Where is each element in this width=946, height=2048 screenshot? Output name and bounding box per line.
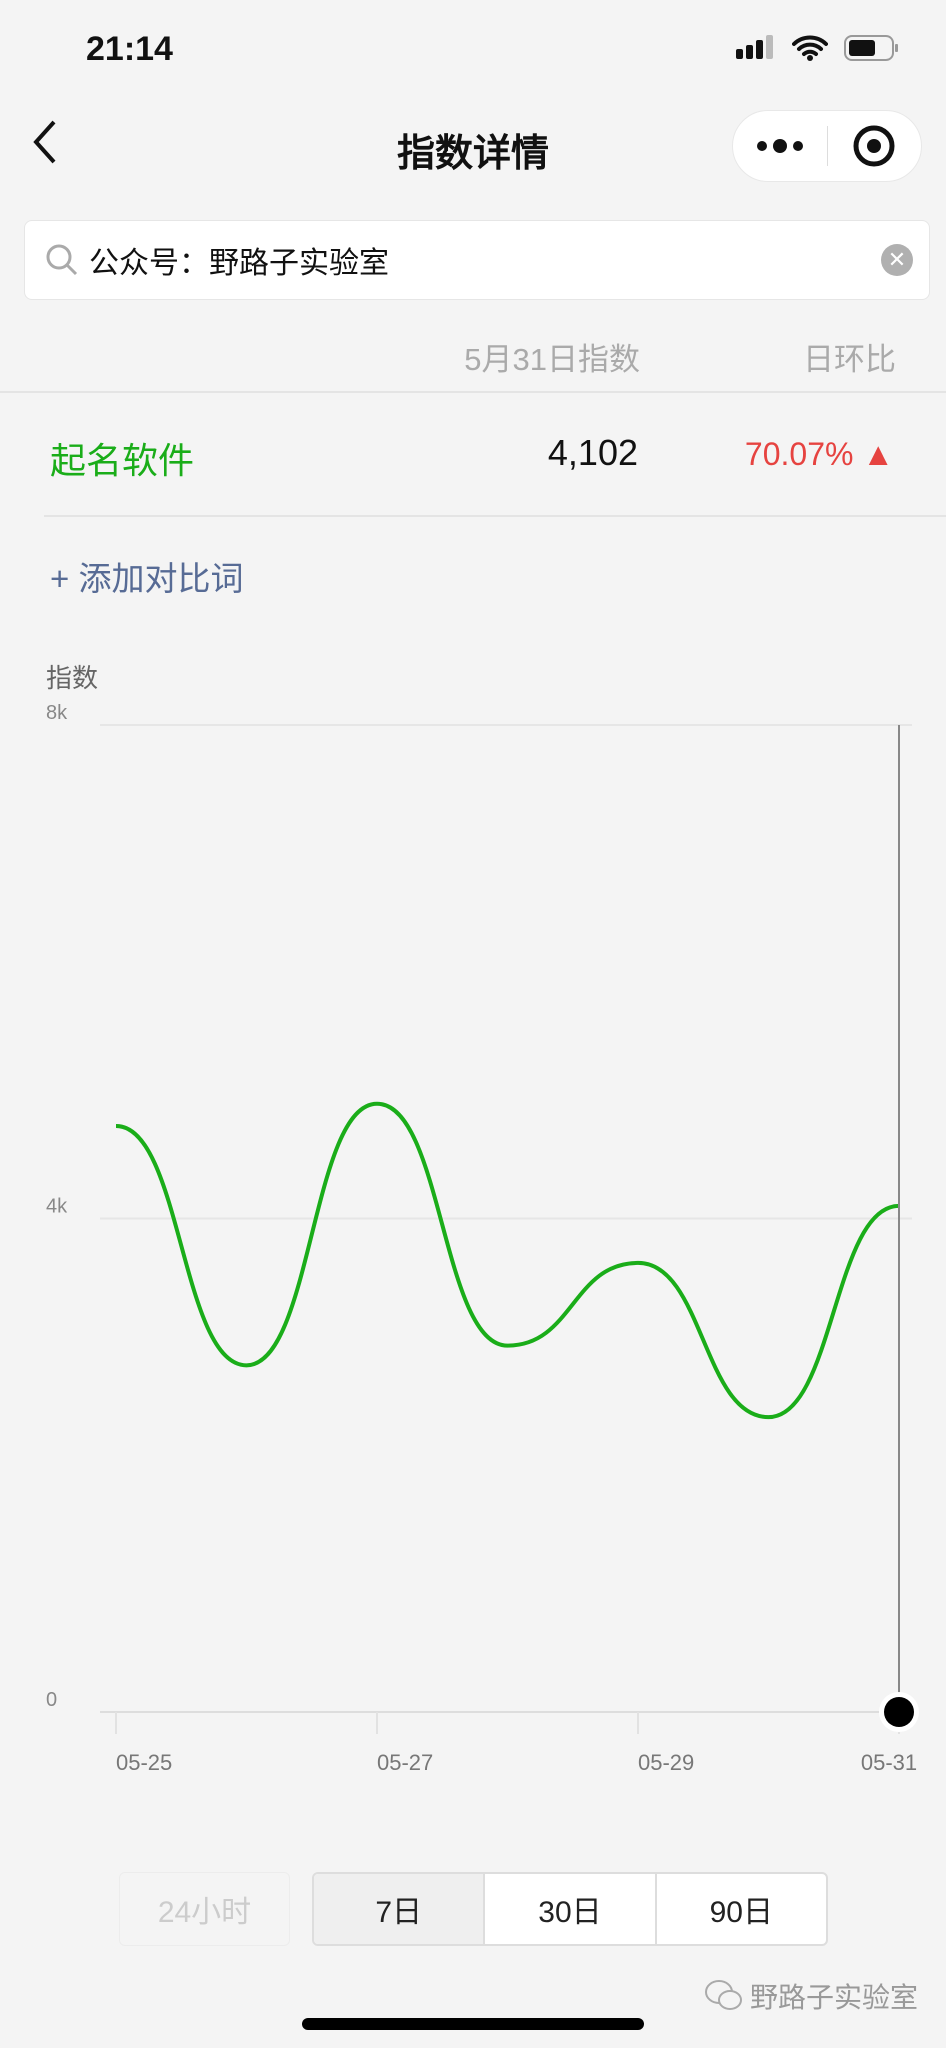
- search-input[interactable]: 公众号：野路子实验室 ✕: [24, 220, 930, 300]
- add-compare-button[interactable]: + 添加对比词: [50, 552, 243, 600]
- range-30d-button[interactable]: 30日: [483, 1874, 654, 1944]
- range-90d-button[interactable]: 90日: [654, 1874, 826, 1944]
- search-value: 公众号：野路子实验室: [89, 247, 389, 280]
- range-segmented-control: 7日 30日 90日: [312, 1872, 828, 1946]
- change-value: 70.07%: [744, 436, 854, 472]
- x-tick-label: 05-29: [638, 1750, 694, 1775]
- range-7d-button[interactable]: 7日: [314, 1874, 484, 1944]
- x-tick-label: 05-27: [377, 1750, 433, 1775]
- y-axis-label: 指数: [46, 663, 99, 693]
- more-button[interactable]: [733, 111, 827, 181]
- y-tick-label: 0: [46, 1689, 57, 1711]
- index-value: 4,102: [547, 432, 638, 473]
- y-tick-label: 4k: [46, 1196, 68, 1218]
- x-tick-label: 05-31: [861, 1750, 917, 1775]
- battery-icon: [844, 35, 898, 61]
- y-tick-label: 8k: [46, 702, 68, 724]
- wechat-icon: [704, 1980, 742, 2010]
- close-icon: ✕: [887, 247, 907, 272]
- divider: [0, 391, 946, 393]
- column-header-index: 5月31日指数: [464, 342, 640, 377]
- line-chart[interactable]: 8k 4k 0 05-25 05-27 05-29 05-31: [0, 700, 946, 1800]
- keyword-label[interactable]: 起名软件: [50, 432, 194, 484]
- triangle-up-icon: ▲: [862, 436, 894, 472]
- watermark-text: 野路子实验室: [749, 1982, 918, 2013]
- column-header-change: 日环比: [803, 342, 896, 377]
- more-dots-icon: [756, 139, 803, 153]
- daily-change: 70.07% ▲: [745, 436, 894, 473]
- series-line: [115, 1101, 900, 1420]
- home-indicator: [302, 2018, 644, 2030]
- miniprogram-capsule: [732, 110, 922, 182]
- x-tick-label: 05-25: [116, 1750, 172, 1775]
- divider: [44, 515, 946, 517]
- target-circle-icon: [853, 125, 895, 167]
- cursor-handle[interactable]: [884, 1697, 914, 1727]
- status-time: 21:14: [86, 30, 173, 68]
- search-icon: [46, 244, 78, 276]
- range-24h-button: 24小时: [119, 1872, 290, 1946]
- clear-search-button[interactable]: ✕: [881, 244, 913, 276]
- close-miniprogram-button[interactable]: [828, 111, 922, 181]
- wifi-icon: [792, 35, 828, 61]
- watermark: 野路子实验室: [704, 1976, 918, 2016]
- status-icons: [736, 34, 900, 62]
- signal-icon: [736, 35, 773, 59]
